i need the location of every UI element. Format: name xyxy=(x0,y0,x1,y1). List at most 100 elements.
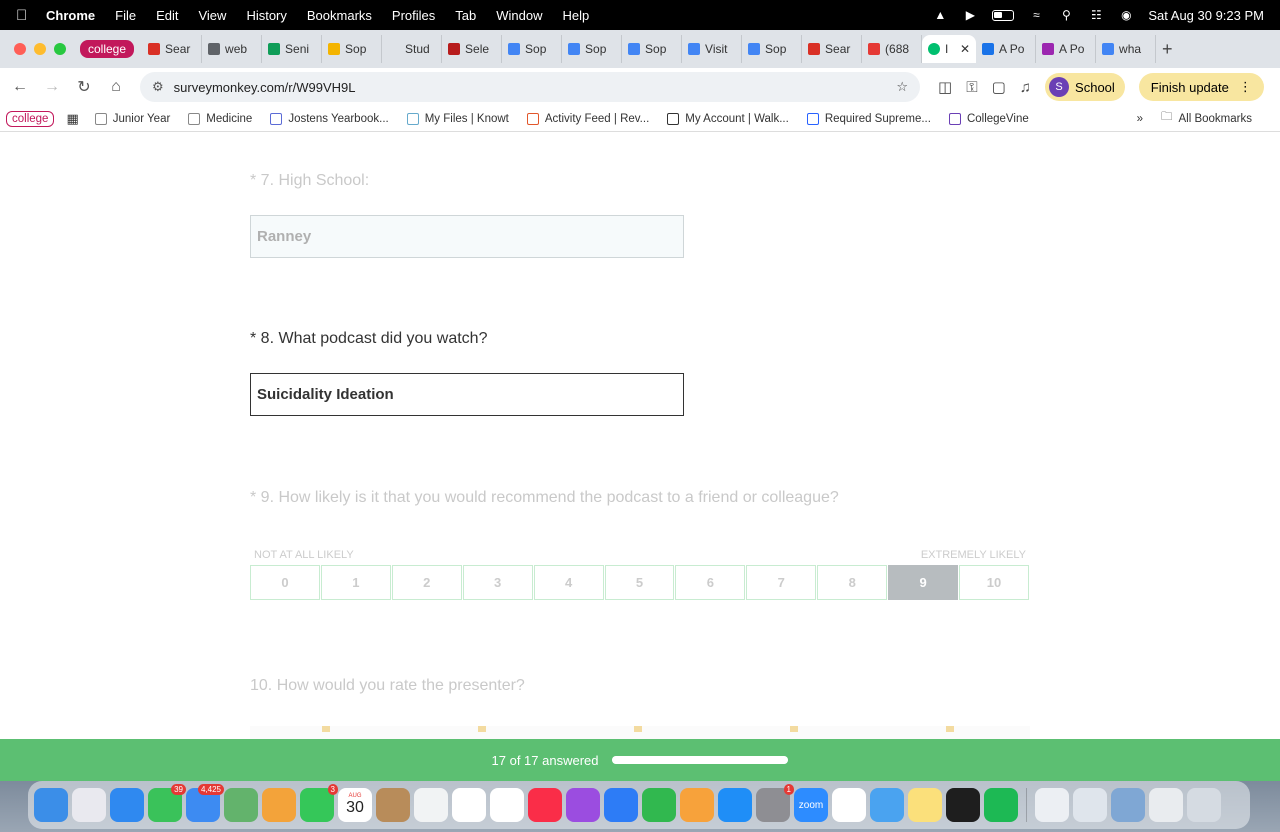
menu-history[interactable]: History xyxy=(246,8,286,23)
close-tab-icon[interactable]: ✕ xyxy=(960,42,970,56)
bookmark-item-5[interactable]: My Account | Walk... xyxy=(667,112,789,125)
bookmark-star-icon[interactable]: ☆ xyxy=(896,79,908,95)
menu-tab[interactable]: Tab xyxy=(455,8,476,23)
address-bar[interactable]: ⚙ surveymonkey.com/r/W99VH9L ☆ xyxy=(140,72,920,102)
menu-window[interactable]: Window xyxy=(496,8,542,23)
nps-option-6[interactable]: 6 xyxy=(675,565,746,600)
tab-5[interactable]: Sele xyxy=(442,35,503,63)
mail-icon[interactable]: 4,425 xyxy=(186,784,224,822)
nps-option-9[interactable]: 9 xyxy=(888,565,959,600)
nps-option-5[interactable]: 5 xyxy=(604,565,675,600)
tab-11[interactable]: Sear xyxy=(802,35,863,63)
window-thumb-3-icon[interactable] xyxy=(1111,788,1145,822)
nps-option-2[interactable]: 2 xyxy=(391,565,462,600)
star-icon[interactable] xyxy=(322,726,330,732)
freeform-icon[interactable] xyxy=(490,788,524,822)
app-store-icon[interactable] xyxy=(718,788,752,822)
tab-9[interactable]: Visit xyxy=(682,35,743,63)
window-thumb-4-icon[interactable] xyxy=(1149,788,1183,822)
bookmark-item-6[interactable]: Required Supreme... xyxy=(806,112,931,125)
url-text[interactable]: surveymonkey.com/r/W99VH9L xyxy=(174,80,897,95)
minimize-window-icon[interactable] xyxy=(34,43,46,55)
menu-file[interactable]: File xyxy=(115,8,136,23)
contacts-icon[interactable] xyxy=(376,788,410,822)
tab-7[interactable]: Sop xyxy=(562,35,623,63)
menu-bookmarks[interactable]: Bookmarks xyxy=(307,8,372,23)
maps-icon[interactable] xyxy=(224,788,258,822)
pages-icon[interactable] xyxy=(680,788,714,822)
apps-grid-icon[interactable]: ▦ xyxy=(66,111,78,127)
tab-0[interactable]: Sear xyxy=(142,35,203,63)
bookmark-item-4[interactable]: Activity Feed | Rev... xyxy=(526,112,649,125)
star-icon[interactable] xyxy=(478,726,486,732)
zoom-icon[interactable]: zoom xyxy=(794,788,828,822)
star-icon[interactable] xyxy=(790,726,798,732)
menu-help[interactable]: Help xyxy=(563,8,590,23)
high-school-input[interactable]: Ranney xyxy=(250,215,684,258)
window-thumb-2-icon[interactable] xyxy=(1073,788,1107,822)
menu-clock[interactable]: Sat Aug 30 9:23 PM xyxy=(1148,8,1264,23)
drive-icon[interactable] xyxy=(414,788,448,822)
photos-icon[interactable] xyxy=(262,788,296,822)
reload-icon[interactable]: ↻ xyxy=(68,77,100,97)
window-thumb-1-icon[interactable] xyxy=(1035,788,1069,822)
podcast-input[interactable]: Suicidality Ideation xyxy=(250,373,684,416)
weather-icon[interactable] xyxy=(870,788,904,822)
trash-icon[interactable] xyxy=(1187,788,1221,822)
tab-12[interactable]: (688 xyxy=(862,35,923,63)
finder-icon[interactable] xyxy=(34,788,68,822)
tab-search-icon[interactable]: ▢ xyxy=(992,78,1006,96)
bookmark-item-7[interactable]: CollegeVine xyxy=(948,112,1029,125)
menu-app-name[interactable]: Chrome xyxy=(46,8,95,23)
tab-10[interactable]: Sop xyxy=(742,35,803,63)
calendar-icon[interactable]: AUG 30 xyxy=(338,788,372,822)
profile-button[interactable]: S School xyxy=(1045,73,1125,101)
nps-option-1[interactable]: 1 xyxy=(320,565,391,600)
drive-status-icon[interactable]: ▲ xyxy=(932,8,948,22)
tab-group-college[interactable]: college xyxy=(80,40,135,58)
more-menu-icon[interactable]: ⋮ xyxy=(1239,79,1252,95)
numbers-icon[interactable] xyxy=(642,788,676,822)
tab-2[interactable]: Seni xyxy=(262,35,323,63)
siri-icon[interactable]: ◉ xyxy=(1118,8,1134,22)
tab-after-2[interactable]: wha xyxy=(1096,35,1157,63)
menu-edit[interactable]: Edit xyxy=(156,8,178,23)
nps-option-8[interactable]: 8 xyxy=(817,565,888,600)
star-icon[interactable] xyxy=(634,726,642,732)
star-icon[interactable] xyxy=(946,726,954,732)
tab-3[interactable]: Sop xyxy=(322,35,383,63)
safari-icon[interactable] xyxy=(110,788,144,822)
new-tab-icon[interactable]: + xyxy=(1162,39,1173,60)
tab-after-0[interactable]: A Po xyxy=(976,35,1037,63)
close-window-icon[interactable] xyxy=(14,43,26,55)
finish-update-button[interactable]: Finish update ⋮ xyxy=(1138,73,1264,101)
menu-view[interactable]: View xyxy=(198,8,226,23)
wifi-icon[interactable]: ≈ xyxy=(1028,8,1044,22)
nps-option-7[interactable]: 7 xyxy=(746,565,817,600)
apple-menu-icon[interactable]:  xyxy=(16,7,32,24)
bookmark-item-3[interactable]: My Files | Knowt xyxy=(406,112,509,125)
nps-option-3[interactable]: 3 xyxy=(462,565,533,600)
bookmark-item-2[interactable]: Jostens Yearbook... xyxy=(270,112,389,125)
tab-after-1[interactable]: A Po xyxy=(1036,35,1097,63)
site-info-icon[interactable]: ⚙ xyxy=(152,79,164,95)
keynote-icon[interactable] xyxy=(604,788,638,822)
back-arrow-icon[interactable]: ← xyxy=(4,78,36,96)
facetime-icon[interactable]: 3 xyxy=(300,784,338,822)
podcasts-icon[interactable] xyxy=(566,788,600,822)
more-bookmarks-icon[interactable]: » xyxy=(1137,113,1143,125)
extensions-icon[interactable]: ◫ xyxy=(938,78,952,96)
forward-arrow-icon[interactable]: → xyxy=(36,78,68,96)
menu-profiles[interactable]: Profiles xyxy=(392,8,435,23)
settings-icon[interactable]: 1 xyxy=(756,784,794,822)
battery-icon[interactable] xyxy=(992,9,1015,21)
tab-active-survey[interactable]: I ✕ xyxy=(922,35,977,63)
music-icon[interactable] xyxy=(528,788,562,822)
bookmark-item-0[interactable]: Junior Year xyxy=(94,112,170,125)
tab-8[interactable]: Sop xyxy=(622,35,683,63)
tab-1[interactable]: web xyxy=(202,35,263,63)
reading-list-icon[interactable]: ♫ xyxy=(1020,79,1031,96)
home-icon[interactable]: ⌂ xyxy=(100,78,132,96)
nps-option-4[interactable]: 4 xyxy=(533,565,604,600)
bookmark-item-1[interactable]: Medicine xyxy=(188,112,252,125)
